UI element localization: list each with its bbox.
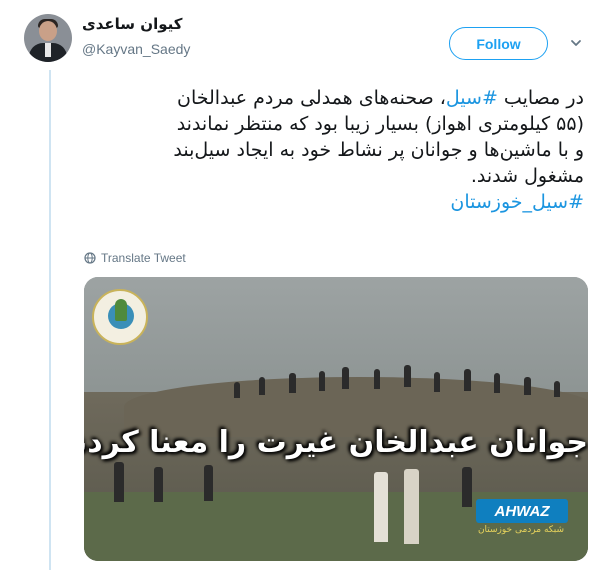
watermark-brand: AHWAZ — [476, 499, 568, 523]
translate-tweet-link[interactable]: Translate Tweet — [84, 251, 186, 265]
tweet-text-line: #سیل_خوزستان — [70, 189, 584, 215]
chevron-down-icon[interactable] — [569, 36, 583, 50]
watermark: AHWAZ شبکه مردمی خوزستان — [476, 499, 568, 547]
tweet-text-fragment: در مصایب — [497, 87, 584, 109]
tweet-text-fragment: (۵۵ کیلومتری اهواز) بسیار زیبا بود که من… — [176, 113, 584, 135]
tweet-text: در مصایب #سیل، صحنه‌های همدلی مردم عبدال… — [70, 85, 584, 215]
video-caption: جوانان عبدالخان غیرت را معنا کردند — [84, 425, 588, 460]
avatar[interactable] — [24, 14, 72, 62]
follow-button[interactable]: Follow — [449, 27, 548, 60]
tweet-text-line: (۵۵ کیلومتری اهواز) بسیار زیبا بود که من… — [70, 111, 584, 137]
watermark-subtitle: شبکه مردمی خوزستان — [477, 525, 564, 535]
author-handle[interactable]: @Kayvan_Saedy — [82, 41, 190, 57]
hashtag-link[interactable]: #سیل — [446, 87, 498, 109]
globe-icon — [84, 252, 96, 264]
tweet-text-fragment: مشغول شدند. — [470, 165, 584, 187]
author-name[interactable]: کیوان ساعدی — [82, 15, 182, 33]
tweet-text-fragment: ، صحنه‌های همدلی مردم عبدالخان — [177, 87, 446, 109]
translate-label: Translate Tweet — [101, 251, 186, 265]
tweet-text-fragment: و با ماشین‌ها و جوانان پر نشاط خود به ای… — [173, 139, 584, 161]
thread-connector-line — [49, 70, 51, 570]
video-thumbnail[interactable]: جوانان عبدالخان غیرت را معنا کردند AHWAZ… — [84, 277, 588, 561]
tweet-text-line: در مصایب #سیل، صحنه‌های همدلی مردم عبدال… — [70, 85, 584, 111]
tweet-text-line: و با ماشین‌ها و جوانان پر نشاط خود به ای… — [70, 137, 584, 163]
channel-logo — [92, 289, 148, 345]
tweet-text-line: مشغول شدند. — [70, 163, 584, 189]
hashtag-link[interactable]: #سیل_خوزستان — [450, 191, 584, 213]
